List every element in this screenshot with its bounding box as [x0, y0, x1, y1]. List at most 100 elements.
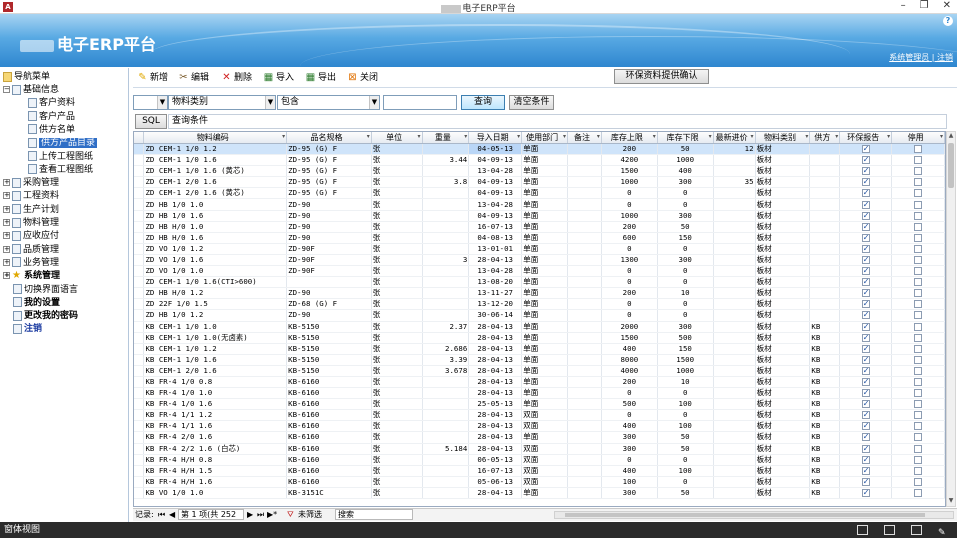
column-header[interactable]: 最新进价 ▾: [713, 132, 756, 144]
table-row[interactable]: ZD VO 1/0 1.6 ZD-90F 张 3 28-04-13 单面 1300 300 板材: [134, 254, 945, 267]
prev-record-button[interactable]: ◀: [169, 509, 175, 521]
checkbox[interactable]: [914, 444, 923, 453]
table-cell[interactable]: [713, 321, 756, 333]
table-cell[interactable]: [713, 221, 756, 233]
row-selector[interactable]: [134, 465, 145, 477]
table-cell[interactable]: 板材: [755, 487, 811, 500]
table-cell[interactable]: KB FR-4 H/H 1.6: [143, 476, 288, 488]
checkbox-cell[interactable]: [839, 254, 893, 267]
checkbox-cell[interactable]: [891, 276, 945, 289]
layout-view-icon[interactable]: [911, 525, 922, 535]
table-cell[interactable]: [713, 198, 756, 211]
checkbox-cell[interactable]: [839, 487, 893, 500]
row-selector[interactable]: [134, 243, 145, 255]
table-cell[interactable]: [422, 454, 470, 466]
nav-item[interactable]: + 物料管理: [3, 217, 59, 230]
table-cell[interactable]: 3.44: [422, 154, 470, 167]
table-cell[interactable]: 300: [657, 254, 714, 267]
table-cell[interactable]: [713, 298, 756, 311]
table-cell[interactable]: [713, 387, 756, 400]
table-cell[interactable]: [713, 420, 756, 433]
checkbox-cell[interactable]: [891, 431, 945, 444]
checkbox-cell[interactable]: [891, 198, 945, 211]
table-cell[interactable]: 1500: [657, 354, 714, 366]
table-cell[interactable]: 板材: [755, 420, 811, 433]
table-cell[interactable]: 50: [657, 431, 714, 444]
table-cell[interactable]: 张: [371, 143, 423, 156]
checkbox-cell[interactable]: [891, 254, 945, 267]
import-button[interactable]: ▦ 导入: [263, 71, 294, 85]
table-cell[interactable]: 300: [601, 443, 658, 455]
table-cell[interactable]: 0: [657, 265, 714, 278]
table-cell[interactable]: [809, 287, 841, 300]
table-cell[interactable]: 0: [601, 454, 658, 466]
field-prefix-select[interactable]: ▼: [133, 95, 168, 110]
row-selector[interactable]: [134, 276, 145, 289]
table-cell[interactable]: 0: [657, 454, 714, 466]
column-header[interactable]: 物料类别 ▾: [755, 132, 811, 144]
table-cell[interactable]: KB-6160: [286, 465, 372, 477]
checkbox-cell[interactable]: [839, 154, 893, 167]
table-cell[interactable]: 张: [371, 321, 423, 333]
table-cell[interactable]: 28-04-13: [468, 354, 523, 366]
table-cell[interactable]: 05-06-13: [468, 476, 523, 488]
table-cell[interactable]: 单面: [521, 298, 569, 311]
table-cell[interactable]: [567, 387, 602, 400]
operator-select[interactable]: 包含 ▼: [277, 95, 380, 110]
table-row[interactable]: ZD HB H/0 1.6 ZD-90 张 04-08-13 单面 600 150 板材: [134, 232, 945, 244]
table-cell[interactable]: 5.184: [422, 443, 470, 455]
table-cell[interactable]: KB VO 1/0 1.0: [143, 487, 288, 500]
table-cell[interactable]: 张: [371, 376, 423, 389]
row-selector[interactable]: [134, 487, 145, 500]
table-cell[interactable]: [713, 232, 756, 244]
table-row[interactable]: ZD VO 1/0 1.2 ZD-90F 张 13-01-01 单面 0 0 板材: [134, 243, 945, 255]
checkbox-cell[interactable]: [839, 210, 893, 222]
table-cell[interactable]: 2.686: [422, 343, 470, 355]
table-cell[interactable]: 单面: [521, 321, 569, 333]
table-cell[interactable]: 13-08-20: [468, 276, 523, 289]
close-window-button[interactable]: ✕: [943, 0, 951, 14]
table-cell[interactable]: 1300: [601, 254, 658, 267]
table-cell[interactable]: 3: [422, 254, 470, 267]
table-cell[interactable]: 2.37: [422, 321, 470, 333]
table-cell[interactable]: KB: [809, 376, 841, 389]
table-cell[interactable]: [713, 243, 756, 255]
table-cell[interactable]: 04-08-13: [468, 232, 523, 244]
table-cell[interactable]: 张: [371, 298, 423, 311]
checkbox-cell[interactable]: [891, 420, 945, 433]
table-cell[interactable]: [422, 187, 470, 200]
table-cell[interactable]: [713, 276, 756, 289]
checkbox[interactable]: [861, 410, 870, 420]
checkbox-cell[interactable]: [891, 309, 945, 322]
table-cell[interactable]: 200: [601, 221, 658, 233]
table-cell[interactable]: 板材: [755, 321, 811, 333]
table-cell[interactable]: 双面: [521, 420, 569, 433]
table-cell[interactable]: ZD-90F: [286, 265, 372, 278]
table-cell[interactable]: [809, 210, 841, 222]
table-cell[interactable]: 1000: [657, 154, 714, 167]
table-cell[interactable]: 4200: [601, 154, 658, 167]
table-cell[interactable]: [422, 287, 470, 300]
sql-button[interactable]: SQL: [135, 114, 167, 129]
table-cell[interactable]: 板材: [755, 443, 811, 455]
nav-item[interactable]: 供方产品目录: [28, 137, 98, 150]
chevron-down-icon[interactable]: ▾: [597, 133, 600, 140]
table-row[interactable]: KB FR-4 1/0 0.8 KB-6160 张 28-04-13 单面 200 10 板材…: [134, 376, 945, 389]
expand-icon[interactable]: +: [3, 205, 10, 213]
checkbox[interactable]: [914, 455, 923, 464]
table-cell[interactable]: 300: [657, 321, 714, 333]
chevron-down-icon[interactable]: ▾: [464, 133, 467, 140]
checkbox[interactable]: [861, 244, 870, 253]
table-cell[interactable]: KB-5150: [286, 332, 372, 344]
table-cell[interactable]: [567, 398, 602, 411]
table-cell[interactable]: [809, 298, 841, 311]
table-cell[interactable]: ZD-95 (G) F: [286, 143, 372, 156]
table-cell[interactable]: ZD CEM-1 2/0 1.6: [143, 176, 288, 189]
table-cell[interactable]: 板材: [755, 431, 811, 444]
table-cell[interactable]: ZD CEM-1 2/0 1.6 (黄芯): [143, 187, 288, 200]
table-cell[interactable]: 0: [657, 276, 714, 289]
chevron-down-icon[interactable]: ▾: [653, 133, 656, 140]
table-cell[interactable]: 0: [657, 187, 714, 200]
checkbox[interactable]: [861, 355, 870, 364]
checkbox-cell[interactable]: [839, 343, 893, 355]
